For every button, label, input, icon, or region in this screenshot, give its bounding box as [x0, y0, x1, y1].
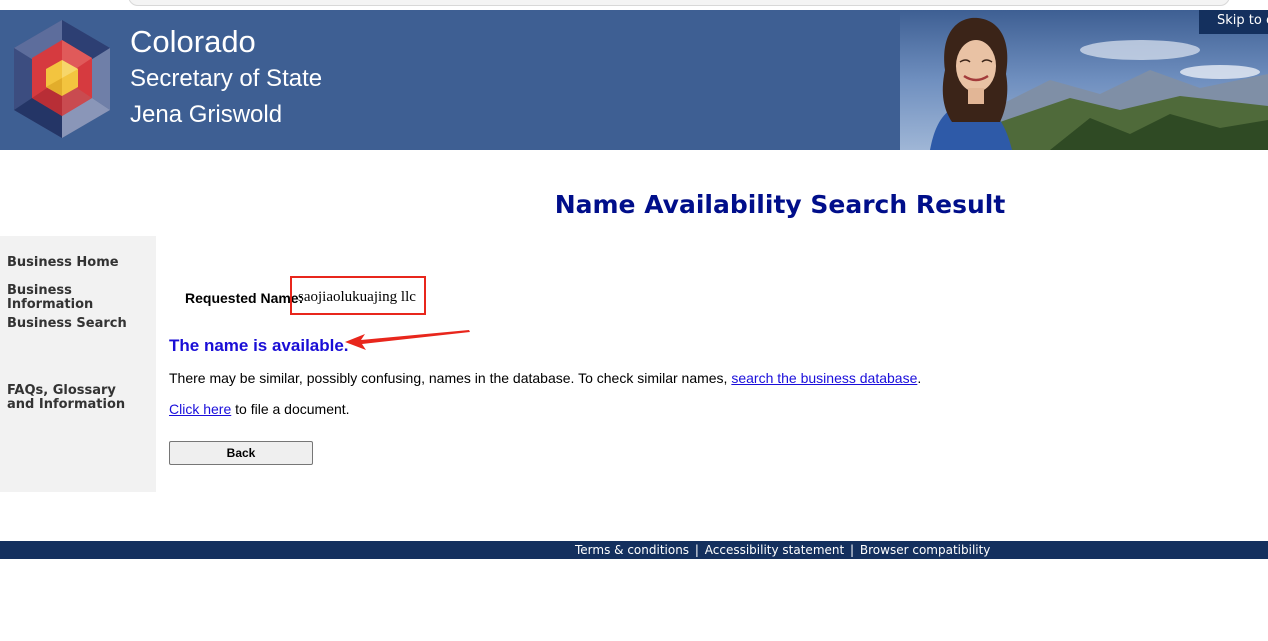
similar-names-end: .: [917, 370, 922, 386]
agency-branding: Colorado Secretary of State Jena Griswol…: [130, 24, 322, 131]
footer-links: Terms & conditions | Accessibility state…: [575, 541, 990, 559]
browser-chrome-edge: [0, 0, 1268, 10]
footer-terms-link[interactable]: Terms & conditions: [575, 543, 689, 557]
similar-names-text: There may be similar, possibly confusing…: [169, 370, 732, 386]
footer-separator: |: [694, 543, 699, 557]
requested-name-label: Requested Name:: [185, 290, 304, 306]
annotation-highlight-box: [290, 276, 426, 315]
site-header: Colorado Secretary of State Jena Griswol…: [0, 10, 1268, 150]
address-bar-edge: [128, 0, 1230, 6]
page-title: Name Availability Search Result: [554, 190, 1006, 219]
availability-status: The name is available.: [169, 336, 349, 355]
sidebar-item-business-search[interactable]: Business Search: [7, 317, 127, 331]
back-button[interactable]: Back: [169, 441, 313, 465]
file-document-text: to file a document.: [231, 401, 350, 417]
site-footer: Terms & conditions | Accessibility state…: [0, 541, 1268, 559]
office-name: Secretary of State: [130, 65, 323, 92]
official-name: Jena Griswold: [130, 101, 283, 128]
file-document-note: Click here to file a document.: [169, 401, 350, 417]
sidebar-nav: Business Home Business Information Busin…: [0, 236, 156, 492]
colorado-sos-logo[interactable]: [6, 18, 118, 142]
sidebar-item-business-home[interactable]: Business Home: [7, 256, 119, 270]
skip-to-content-link[interactable]: Skip to content: [1199, 10, 1268, 34]
annotation-arrow-icon: [345, 330, 470, 350]
similar-names-note: There may be similar, possibly confusing…: [169, 370, 921, 386]
sidebar-item-business-information[interactable]: Business Information: [7, 284, 127, 312]
search-business-database-link[interactable]: search the business database: [731, 370, 917, 386]
state-name: Colorado: [130, 24, 256, 59]
footer-browser-compatibility-link[interactable]: Browser compatibility: [860, 543, 991, 557]
footer-accessibility-link[interactable]: Accessibility statement: [705, 543, 844, 557]
sidebar-item-faqs[interactable]: FAQs, Glossary and Information: [7, 384, 147, 412]
footer-separator: |: [850, 543, 855, 557]
click-here-link[interactable]: Click here: [169, 401, 231, 417]
